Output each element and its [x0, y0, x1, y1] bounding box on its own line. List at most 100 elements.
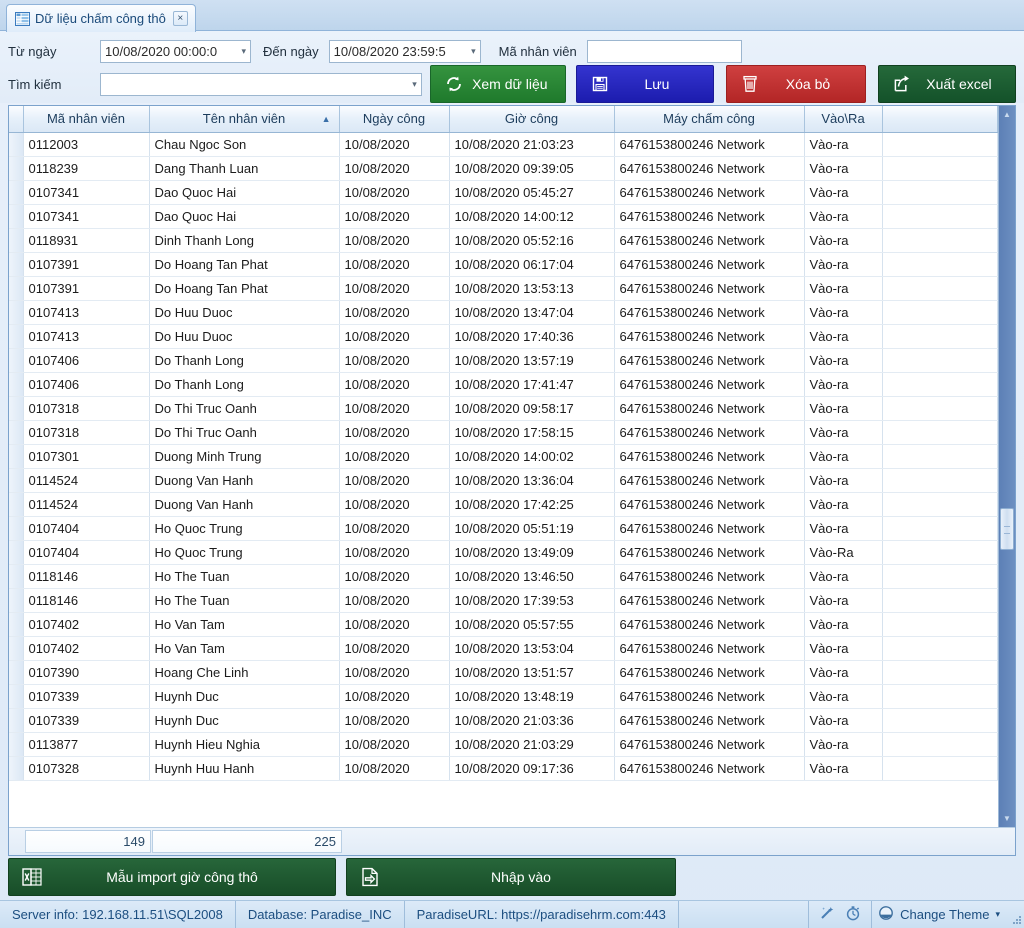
table-row[interactable]: 0107390 Hoang Che Linh 10/08/2020 10/08/202…	[9, 660, 998, 685]
row-selector-cell[interactable]	[9, 252, 24, 277]
row-selector-cell[interactable]	[9, 396, 24, 421]
table-row[interactable]: 0112003 Chau Ngoc Son 10/08/2020 10/08/2020…	[9, 132, 998, 157]
table-row[interactable]: 0107404 Ho Quoc Trung 10/08/2020 10/08/2020…	[9, 516, 998, 541]
row-selector-cell[interactable]	[9, 492, 24, 517]
row-selector-cell[interactable]	[9, 540, 24, 565]
table-row[interactable]: 0107391 Do Hoang Tan Phat 10/08/2020 10/08/…	[9, 276, 998, 301]
scroll-down-icon[interactable]: ▼	[999, 810, 1015, 827]
row-selector-cell[interactable]	[9, 732, 24, 757]
employee-code-label: Mã nhân viên	[498, 43, 577, 59]
table-row[interactable]: 0107341 Dao Quoc Hai 10/08/2020 10/08/2020 …	[9, 180, 998, 205]
column-header-device[interactable]: Máy chấm công	[614, 106, 805, 133]
employee-code-input[interactable]	[586, 39, 742, 63]
row-selector-cell[interactable]	[9, 588, 24, 613]
table-row[interactable]: 0118146 Ho The Tuan 10/08/2020 10/08/2020 1…	[9, 588, 998, 613]
stopwatch-icon[interactable]	[845, 905, 861, 924]
table-row[interactable]: 0107413 Do Huu Duoc 10/08/2020 10/08/2020 1…	[9, 300, 998, 325]
table-row[interactable]: 0118146 Ho The Tuan 10/08/2020 10/08/2020 1…	[9, 564, 998, 589]
delete-button[interactable]: Xóa bỏ	[725, 65, 866, 103]
row-selector-cell[interactable]	[9, 468, 24, 493]
scrollbar-thumb[interactable]	[1000, 507, 1014, 550]
row-selector-cell[interactable]	[9, 180, 24, 205]
select-all-header[interactable]	[9, 106, 24, 133]
row-selector-cell[interactable]	[9, 444, 24, 469]
resize-grip-icon[interactable]	[1010, 901, 1024, 928]
row-selector-cell[interactable]	[9, 516, 24, 541]
row-selector-cell[interactable]	[9, 348, 24, 373]
cell-employee-name: Do Hoang Tan Phat	[149, 252, 340, 277]
summary-employee-code-count: 149	[25, 830, 151, 853]
cell-employee-code: 0107391	[23, 252, 150, 277]
row-selector-cell[interactable]	[9, 324, 24, 349]
row-selector-cell[interactable]	[9, 708, 24, 733]
column-header-employee-name[interactable]: Tên nhân viên ▲	[149, 106, 340, 133]
import-button[interactable]: Nhập vào	[346, 858, 676, 896]
column-header-employee-name-label: Tên nhân viên	[202, 111, 286, 127]
save-button[interactable]: Lưu	[575, 65, 714, 103]
column-header-work-date[interactable]: Ngày công	[339, 106, 450, 133]
cell-work-time: 10/08/2020 21:03:23	[449, 132, 615, 157]
import-template-button[interactable]: Mẫu import giờ công thô	[8, 858, 336, 896]
scroll-up-icon[interactable]: ▲	[999, 106, 1015, 123]
row-selector-cell[interactable]	[9, 276, 24, 301]
row-selector-cell[interactable]	[9, 684, 24, 709]
cell-device: 6476153800246 Network	[614, 708, 805, 733]
table-row[interactable]: 0107406 Do Thanh Long 10/08/2020 10/08/2020…	[9, 348, 998, 373]
table-row[interactable]: 0107402 Ho Van Tam 10/08/2020 10/08/2020 05…	[9, 612, 998, 637]
row-selector-cell[interactable]	[9, 564, 24, 589]
cell-work-time: 10/08/2020 13:46:50	[449, 564, 615, 589]
column-header-employee-code[interactable]: Mã nhân viên	[23, 106, 150, 133]
chevron-down-icon[interactable]: ▾	[465, 46, 476, 57]
row-selector-cell[interactable]	[9, 228, 24, 253]
row-selector-cell[interactable]	[9, 132, 24, 157]
close-icon[interactable]: ×	[172, 11, 188, 26]
to-date-input[interactable]: 10/08/2020 23:59:5 ▾	[328, 39, 481, 63]
table-row[interactable]: 0107318 Do Thi Truc Oanh 10/08/2020 10/08/2…	[9, 420, 998, 445]
table-row[interactable]: 0107328 Huynh Huu Hanh 10/08/2020 10/08/202…	[9, 756, 998, 781]
grid-summary-row: 149 225	[9, 827, 1015, 855]
table-row[interactable]: 0107339 Huynh Duc 10/08/2020 10/08/2020 21:…	[9, 708, 998, 733]
table-row[interactable]: 0107404 Ho Quoc Trung 10/08/2020 10/08/2020…	[9, 540, 998, 565]
table-row[interactable]: 0107341 Dao Quoc Hai 10/08/2020 10/08/2020 …	[9, 204, 998, 229]
cell-work-time: 10/08/2020 14:00:12	[449, 204, 615, 229]
table-row[interactable]: 0107301 Duong Minh Trung 10/08/2020 10/08/2…	[9, 444, 998, 469]
row-selector-cell[interactable]	[9, 420, 24, 445]
scrollbar-track[interactable]	[999, 123, 1015, 810]
change-theme-button[interactable]: Change Theme ▾	[871, 901, 1010, 928]
column-header-inout[interactable]: Vào\Ra	[804, 106, 883, 133]
chevron-down-icon[interactable]: ▾	[235, 46, 246, 57]
table-row[interactable]: 0107391 Do Hoang Tan Phat 10/08/2020 10/08/…	[9, 252, 998, 277]
vertical-scrollbar[interactable]: ▲ ▼	[998, 106, 1015, 827]
row-selector-cell[interactable]	[9, 372, 24, 397]
table-row[interactable]: 0113877 Huynh Hieu Nghia 10/08/2020 10/08/2…	[9, 732, 998, 757]
export-excel-button[interactable]: Xuất excel	[877, 65, 1017, 103]
cell-work-time: 10/08/2020 13:47:04	[449, 300, 615, 325]
row-selector-cell[interactable]	[9, 660, 24, 685]
cell-employee-code: 0107406	[23, 348, 150, 373]
table-row[interactable]: 0118239 Dang Thanh Luan 10/08/2020 10/08/20…	[9, 156, 998, 181]
table-row[interactable]: 0118931 Dinh Thanh Long 10/08/2020 10/08/20…	[9, 228, 998, 253]
table-row[interactable]: 0107318 Do Thi Truc Oanh 10/08/2020 10/08/2…	[9, 396, 998, 421]
row-selector-cell[interactable]	[9, 156, 24, 181]
chevron-down-icon[interactable]: ▾	[406, 79, 417, 90]
row-selector-cell[interactable]	[9, 636, 24, 661]
table-row[interactable]: 0107413 Do Huu Duoc 10/08/2020 10/08/2020 1…	[9, 324, 998, 349]
cell-device: 6476153800246 Network	[614, 564, 805, 589]
table-row[interactable]: 0107406 Do Thanh Long 10/08/2020 10/08/2020…	[9, 372, 998, 397]
chevron-down-icon[interactable]: ▾	[995, 909, 1000, 920]
table-row[interactable]: 0107339 Huynh Duc 10/08/2020 10/08/2020 13:…	[9, 684, 998, 709]
table-row[interactable]: 0107402 Ho Van Tam 10/08/2020 10/08/2020 13…	[9, 636, 998, 661]
magic-wand-icon[interactable]	[819, 905, 835, 924]
row-selector-cell[interactable]	[9, 612, 24, 637]
from-date-input[interactable]: 10/08/2020 00:00:0 ▾	[100, 39, 251, 63]
row-selector-cell[interactable]	[9, 756, 24, 781]
table-row[interactable]: 0114524 Duong Van Hanh 10/08/2020 10/08/202…	[9, 492, 998, 517]
cell-work-time: 10/08/2020 21:03:36	[449, 708, 615, 733]
table-row[interactable]: 0114524 Duong Van Hanh 10/08/2020 10/08/202…	[9, 468, 998, 493]
view-data-button[interactable]: Xem dữ liệu	[429, 65, 566, 103]
column-header-work-time[interactable]: Giờ công	[449, 106, 615, 133]
tab-raw-attendance-data[interactable]: Dữ liệu chấm công thô ×	[6, 4, 196, 32]
search-input[interactable]: ▾	[100, 72, 422, 96]
row-selector-cell[interactable]	[9, 204, 24, 229]
row-selector-cell[interactable]	[9, 300, 24, 325]
